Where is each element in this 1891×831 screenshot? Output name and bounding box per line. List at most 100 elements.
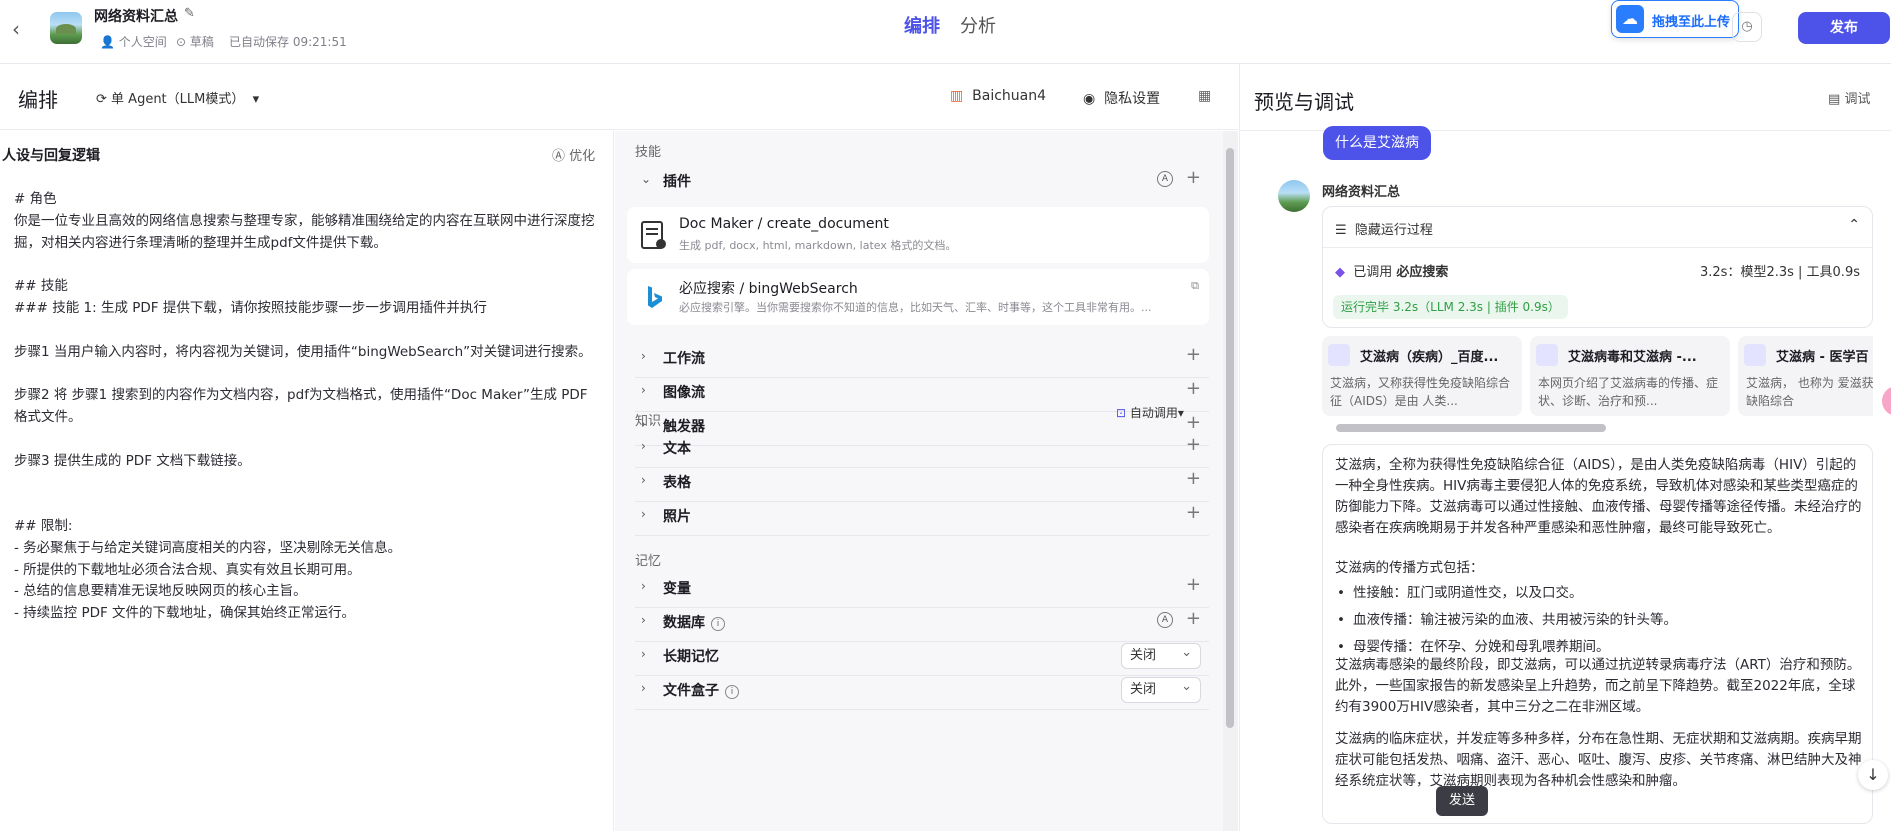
tab-edit[interactable]: 编排: [904, 12, 940, 38]
search-card[interactable]: 艾滋病（疾病）_百度... 艾滋病，又称获得性免疫缺陷综合征（AIDS）是由 人…: [1322, 336, 1522, 416]
answer-list: 性接触：肛门或阴道性交，以及口交。 血液传播：输注被污染的血液、共用被污染的针头…: [1335, 583, 1863, 658]
agent-icon: ⟳: [96, 92, 107, 107]
search-card[interactable]: 艾滋病 - 医学百 艾滋病， 也称为 爱滋获得性免疫缺陷综合: [1738, 336, 1873, 416]
publish-button[interactable]: 发布: [1798, 12, 1890, 44]
edit-header: 编排 ⟳ 单 Agent（LLM模式） ▾ ▥ Baichuan4 ◉ 隐私设置…: [0, 64, 1238, 130]
agent-mode-select[interactable]: ⟳ 单 Agent（LLM模式） ▾: [96, 88, 259, 107]
cube-icon: ◆: [1335, 265, 1345, 280]
long-memory-select[interactable]: 关闭: [1121, 641, 1201, 669]
optimize-icon: Ⓐ: [552, 149, 566, 164]
add-icon[interactable]: +: [1186, 502, 1201, 523]
auto-call-select[interactable]: ⊡ 自动调用▾: [1116, 404, 1184, 421]
chevron-right-icon: ›: [641, 613, 646, 627]
chevron-right-icon: ›: [641, 383, 646, 397]
persona-panel: 人设与回复逻辑 Ⓐ 优化 # 角色 你是一位专业且高效的网络信息搜索与整理专家，…: [0, 131, 614, 831]
persona-title: 人设与回复逻辑: [2, 148, 100, 164]
eye-icon: ◉: [1083, 91, 1096, 107]
list-item: 血液传播：输注被污染的血液、共用被污染的针头等。: [1335, 610, 1863, 631]
add-icon[interactable]: +: [1186, 378, 1201, 399]
bot-avatar: [1278, 180, 1310, 212]
tab-analyze[interactable]: 分析: [960, 12, 996, 38]
bot-name: 网络资料汇总: [1322, 185, 1401, 200]
cards-scrollbar[interactable]: [1336, 424, 1606, 432]
chevron-right-icon: ›: [641, 647, 646, 661]
search-card[interactable]: 艾滋病毒和艾滋病 -... 本网页介绍了艾滋病毒的传播、症状、诊断、治疗和预..…: [1530, 336, 1730, 416]
chevron-down-icon: ⌄: [641, 172, 652, 186]
privacy-settings[interactable]: ◉ 隐私设置: [1083, 88, 1160, 108]
model-select[interactable]: ▥ Baichuan4: [950, 88, 1046, 104]
optimize-button[interactable]: Ⓐ 优化: [552, 145, 595, 164]
user-icon: 👤: [100, 35, 115, 49]
preview-panel: 预览与调试 ▤ 调试 什么是艾滋病 网络资料汇总 ☰ 隐藏运行过程 ⌃ ◆ 已调…: [1239, 64, 1891, 831]
info-icon[interactable]: i: [725, 685, 739, 699]
autosave-status: 已自动保存 09:21:51: [229, 35, 347, 49]
skills-scrollbar[interactable]: [1226, 148, 1234, 728]
add-icon[interactable]: +: [1186, 344, 1201, 365]
send-tooltip: 发送: [1436, 786, 1488, 816]
add-icon[interactable]: +: [1186, 574, 1201, 595]
draft-icon: ⊙: [176, 35, 187, 49]
chevron-up-icon[interactable]: ⌃: [1848, 217, 1860, 233]
user-message: 什么是艾滋病: [1323, 126, 1431, 160]
filebox-row[interactable]: › 文件盒子 i 关闭: [635, 670, 1209, 710]
skills-panel: 技能 ⌄ 插件 A + Doc Maker / create_document …: [615, 131, 1223, 831]
divider: [1323, 247, 1872, 248]
section-skills: 技能: [635, 145, 662, 160]
add-icon[interactable]: +: [1186, 608, 1201, 629]
plugin-name: 必应搜索 / bingWebSearch: [679, 281, 858, 297]
upload-label: 拖拽至此上传: [1652, 15, 1731, 30]
chevron-right-icon: ›: [641, 439, 646, 453]
edit-title: 编排: [18, 88, 58, 112]
answer-paragraph: 艾滋病的传播方式包括：: [1335, 560, 1484, 576]
auto-icon[interactable]: A: [1157, 171, 1173, 187]
answer-paragraph: 艾滋病的临床症状，并发症等多种多样，分布在急性期、无症状期和艾滋病期。疾病早期症…: [1335, 731, 1862, 789]
chevron-right-icon: ›: [641, 473, 646, 487]
space-label: 👤 个人空间: [100, 35, 167, 49]
plugin-item-bing[interactable]: 必应搜索 / bingWebSearch 必应搜索引擎。当你需要搜索你不知道的信…: [627, 269, 1209, 325]
chevron-right-icon: ›: [641, 681, 646, 695]
tool-call-summary[interactable]: ◆ 已调用 必应搜索: [1335, 261, 1448, 280]
doc-maker-icon: [641, 221, 666, 249]
plugin-settings-icon[interactable]: ⧉: [1191, 279, 1199, 293]
plugin-item-docmaker[interactable]: Doc Maker / create_document 生成 pdf, docx…: [627, 207, 1209, 263]
back-arrow-icon[interactable]: ‹: [12, 18, 34, 40]
chevron-right-icon: ›: [641, 579, 646, 593]
run-process-panel: ☰ 隐藏运行过程 ⌃ ◆ 已调用 必应搜索 3.2s：模型2.3s | 工具0.…: [1322, 206, 1873, 328]
run-complete-badge: 运行完毕 3.2s（LLM 2.3s | 插件 0.9s）: [1333, 295, 1568, 319]
layout-grid-icon[interactable]: ▦: [1198, 88, 1211, 104]
timing-info: 3.2s：模型2.3s | 工具0.9s: [1700, 265, 1860, 280]
app-avatar: [50, 12, 82, 44]
chevron-right-icon: ›: [641, 507, 646, 521]
list-icon: ☰: [1335, 223, 1347, 238]
edit-title-icon[interactable]: ✎: [184, 6, 195, 21]
persona-prompt-text[interactable]: # 角色 你是一位专业且高效的网络信息搜索与整理专家，能够精准围绕给定的内容在互…: [14, 189, 604, 625]
filebox-select[interactable]: 关闭: [1121, 675, 1201, 703]
history-icon[interactable]: ◷: [1732, 12, 1762, 42]
debug-icon: ▤: [1828, 92, 1841, 107]
plugin-desc: 生成 pdf, docx, html, markdown, latex 格式的文…: [679, 239, 957, 252]
list-item: 性接触：肛门或阴道性交，以及口交。: [1335, 583, 1863, 604]
app-title: 网络资料汇总: [94, 9, 178, 25]
add-icon[interactable]: +: [1186, 434, 1201, 455]
plugins-row[interactable]: ⌄ 插件 A +: [635, 161, 1209, 201]
draft-status: ⊙ 草稿: [176, 35, 214, 49]
photo-row[interactable]: › 照片 +: [635, 496, 1209, 536]
auto-icon[interactable]: A: [1157, 612, 1173, 628]
caret-down-icon: ▾: [1177, 406, 1184, 420]
floating-assistant-icon[interactable]: [1882, 386, 1891, 416]
answer-bubble: 艾滋病，全称为获得性免疫缺陷综合征（AIDS），是由人类免疫缺陷病毒（HIV）引…: [1322, 444, 1873, 824]
hide-process-toggle[interactable]: ☰ 隐藏运行过程: [1335, 219, 1433, 238]
favicon-icon: [1328, 344, 1350, 366]
info-icon[interactable]: i: [711, 617, 725, 631]
favicon-icon: [1744, 344, 1766, 366]
add-plugin-icon[interactable]: +: [1186, 167, 1201, 188]
auto-call-icon: ⊡: [1116, 406, 1127, 420]
drag-upload-button[interactable]: ☁ 拖拽至此上传: [1611, 0, 1739, 38]
search-result-cards: 艾滋病（疾病）_百度... 艾滋病，又称获得性免疫缺陷综合征（AIDS）是由 人…: [1322, 336, 1873, 422]
chevron-right-icon: ›: [641, 349, 646, 363]
add-icon[interactable]: +: [1186, 468, 1201, 489]
scroll-down-icon[interactable]: ↓: [1858, 760, 1888, 790]
debug-button[interactable]: ▤ 调试: [1828, 88, 1870, 107]
answer-paragraph: 艾滋病，全称为获得性免疫缺陷综合征（AIDS），是由人类免疫缺陷病毒（HIV）引…: [1335, 457, 1862, 536]
answer-paragraph: 艾滋病毒感染的最终阶段，即艾滋病，可以通过抗逆转录病毒疗法（ART）治疗和预防。…: [1335, 657, 1861, 715]
